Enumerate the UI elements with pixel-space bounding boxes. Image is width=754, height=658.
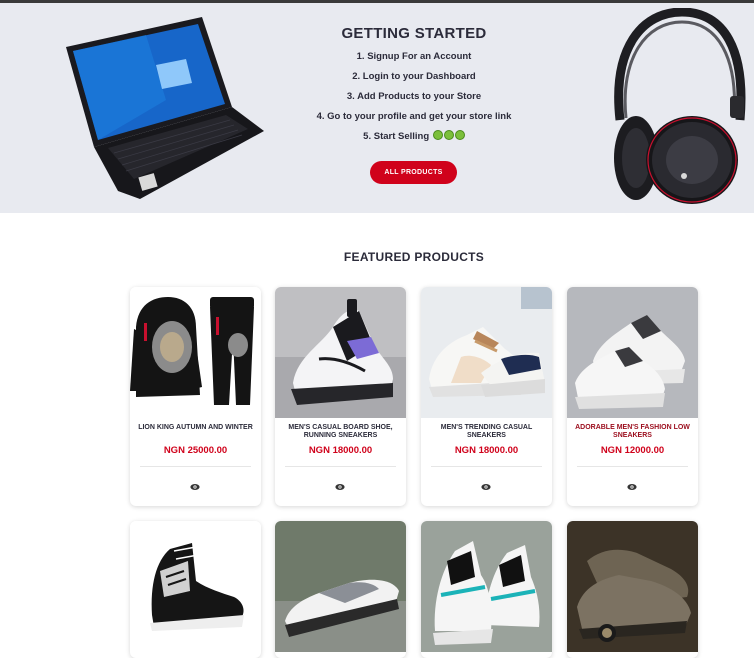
product-image bbox=[130, 287, 261, 418]
product-name[interactable]: MEN'S CASUAL BOARD SHOE, RUNNING SNEAKER… bbox=[281, 424, 400, 440]
money-mouth-face-icon bbox=[454, 130, 465, 140]
product-card[interactable] bbox=[567, 521, 698, 658]
step-item: 4. Go to your profile and get your store… bbox=[316, 111, 512, 122]
all-products-button[interactable]: ALL PRODUCTS bbox=[370, 161, 457, 184]
eye-icon[interactable] bbox=[190, 483, 200, 491]
eye-icon[interactable] bbox=[335, 483, 345, 491]
product-card[interactable]: MEN'S TRENDING CASUAL SNEAKERS NGN 18000… bbox=[421, 287, 552, 506]
product-image bbox=[275, 521, 406, 652]
product-price: NGN 18000.00 bbox=[308, 445, 373, 456]
steps-list: 1. Signup For an Account 2. Login to you… bbox=[270, 47, 558, 147]
card-divider bbox=[140, 466, 251, 467]
eye-icon[interactable] bbox=[481, 483, 491, 491]
product-name[interactable]: MEN'S TRENDING CASUAL SNEAKERS bbox=[427, 424, 546, 440]
money-mouth-face-icon bbox=[432, 130, 443, 140]
product-image bbox=[275, 287, 406, 418]
product-card[interactable]: LION KING AUTUMN AND WINTER NGN 25000.00 bbox=[130, 287, 261, 506]
product-card[interactable]: ADORABLE MEN'S FASHION LOW SNEAKERS NGN … bbox=[567, 287, 698, 506]
card-divider bbox=[285, 466, 396, 467]
step-item: 2. Login to your Dashboard bbox=[352, 71, 476, 82]
money-mouth-face-icon bbox=[443, 130, 454, 140]
hero-banner: GETTING STARTED 1. Signup For an Account… bbox=[0, 3, 754, 213]
product-image bbox=[130, 521, 261, 652]
product-image bbox=[567, 287, 698, 418]
product-card[interactable] bbox=[421, 521, 552, 658]
eye-icon[interactable] bbox=[627, 483, 637, 491]
step-item: 3. Add Products to your Store bbox=[346, 91, 482, 102]
card-divider bbox=[577, 466, 688, 467]
product-name[interactable]: LION KING AUTUMN AND WINTER bbox=[136, 424, 255, 432]
product-image bbox=[421, 287, 552, 418]
product-name[interactable]: ADORABLE MEN'S FASHION LOW SNEAKERS bbox=[573, 424, 692, 440]
featured-products-title: FEATURED PRODUCTS bbox=[343, 250, 485, 264]
laptop-image bbox=[66, 17, 264, 199]
product-image bbox=[421, 521, 552, 652]
product-price: NGN 25000.00 bbox=[163, 445, 228, 456]
product-price: NGN 18000.00 bbox=[454, 445, 519, 456]
product-price: NGN 12000.00 bbox=[600, 445, 665, 456]
product-card[interactable]: MEN'S CASUAL BOARD SHOE, RUNNING SNEAKER… bbox=[275, 287, 406, 506]
hero-title: GETTING STARTED bbox=[341, 25, 487, 42]
card-divider bbox=[431, 466, 542, 467]
product-card[interactable] bbox=[130, 521, 261, 658]
product-card[interactable] bbox=[275, 521, 406, 658]
headphones-image bbox=[614, 8, 746, 204]
product-image bbox=[567, 521, 698, 652]
step-item: 1. Signup For an Account bbox=[356, 51, 472, 62]
step-item: 5. Start Selling bbox=[270, 127, 558, 147]
getting-started-panel: GETTING STARTED 1. Signup For an Account… bbox=[270, 25, 558, 147]
